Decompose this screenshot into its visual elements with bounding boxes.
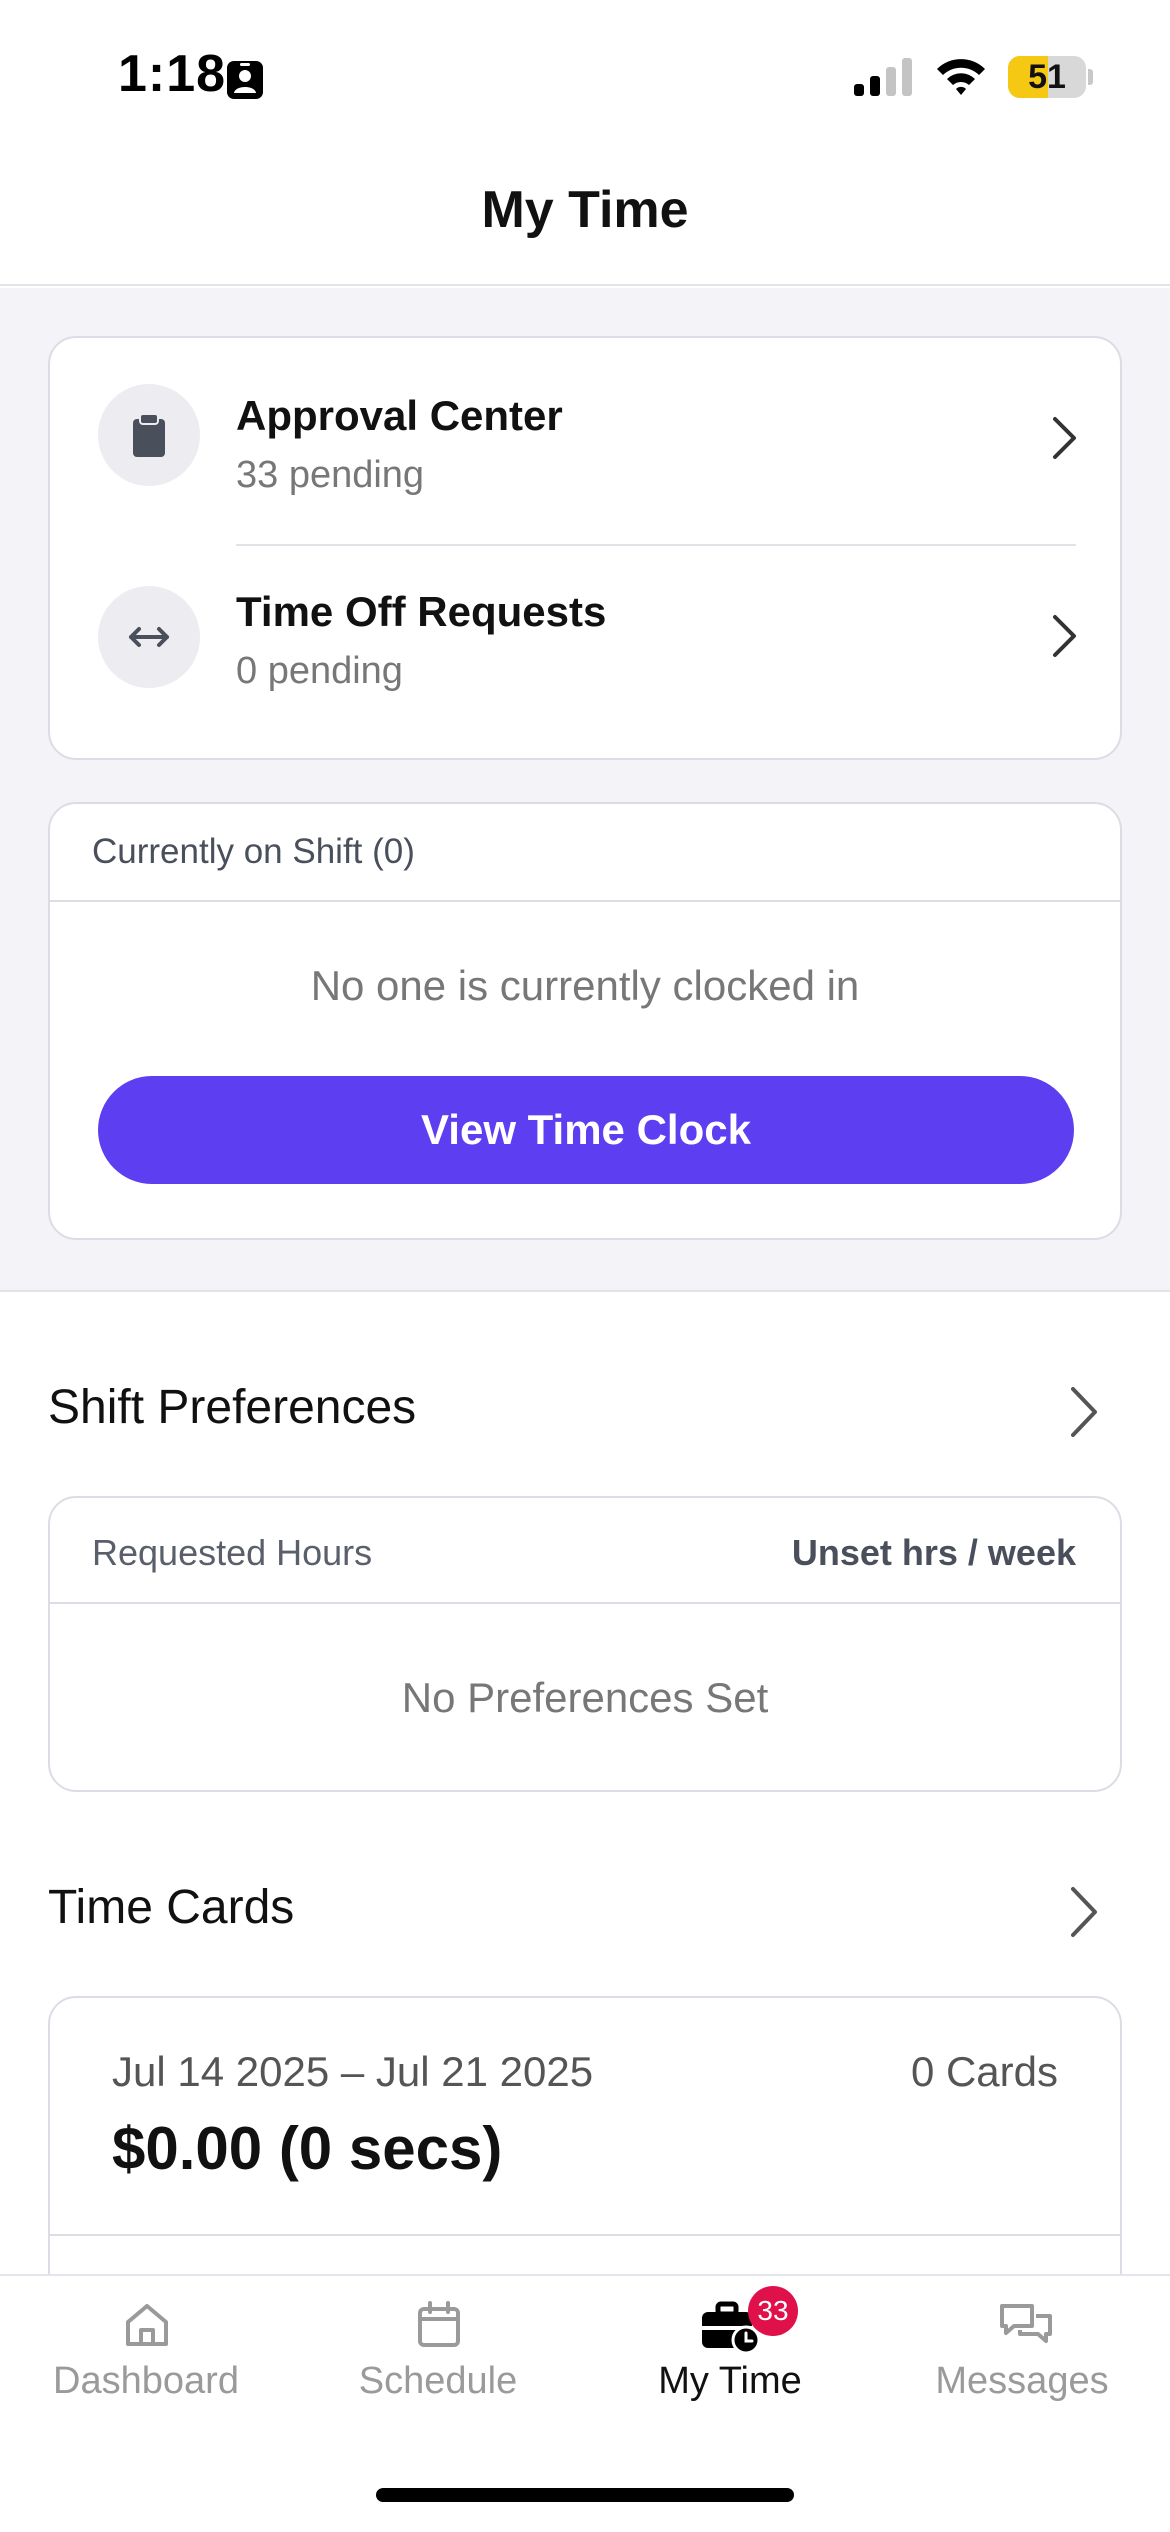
tab-dashboard[interactable]: Dashboard <box>0 2276 292 2416</box>
approval-center-row[interactable]: Approval Center 33 pending <box>50 338 1124 534</box>
time-cards-title[interactable]: Time Cards <box>48 1880 294 1935</box>
tab-schedule[interactable]: Schedule <box>292 2276 584 2416</box>
status-time: 1:18 <box>118 45 227 103</box>
tab-messages[interactable]: Messages <box>876 2276 1168 2416</box>
time-card-total: $0.00 (0 secs) <box>112 2115 503 2182</box>
battery-percent: 51 <box>1028 58 1066 96</box>
row-divider <box>236 544 1076 546</box>
notification-badge: 33 <box>748 2286 798 2336</box>
horizontal-arrows-icon <box>98 586 200 688</box>
chevron-right-icon <box>1053 417 1076 459</box>
house-icon <box>126 2304 168 2346</box>
home-indicator[interactable] <box>376 2488 794 2502</box>
tab-my-time-label: My Time <box>658 2360 802 2402</box>
shift-preferences-title[interactable]: Shift Preferences <box>48 1380 416 1435</box>
card-divider <box>50 2234 1120 2236</box>
chevron-right-icon[interactable] <box>1068 1384 1100 1440</box>
tab-my-time[interactable]: 33 My Time <box>584 2276 876 2416</box>
person-badge-icon <box>227 61 263 99</box>
summary-area: Approval Center 33 pending Time Off Requ… <box>0 288 1170 1292</box>
status-bar: 1:18 51 <box>0 0 1170 150</box>
clipboard-icon <box>98 384 200 486</box>
approvals-card: Approval Center 33 pending Time Off Requ… <box>48 336 1122 760</box>
currently-on-shift-card: Currently on Shift (0) No one is current… <box>48 802 1122 1240</box>
time-card-date-range: Jul 14 2025 – Jul 21 2025 <box>112 2048 594 2095</box>
currently-on-shift-header: Currently on Shift (0) <box>50 804 1120 902</box>
chat-bubbles-icon <box>1000 2304 1052 2343</box>
approval-center-title: Approval Center <box>236 392 563 439</box>
approval-center-subtitle: 33 pending <box>236 454 425 496</box>
time-card-count: 0 Cards <box>910 2048 1058 2095</box>
view-time-clock-button[interactable]: View Time Clock <box>98 1076 1074 1184</box>
chevron-right-icon[interactable] <box>1068 1884 1100 1940</box>
top-header: My Time <box>0 150 1170 286</box>
chevron-right-icon <box>1053 615 1076 657</box>
time-off-requests-subtitle: 0 pending <box>236 650 403 692</box>
no-one-clocked-in-text: No one is currently clocked in <box>310 962 860 1009</box>
battery-icon: 51 <box>1008 56 1093 98</box>
calendar-icon <box>418 2301 460 2347</box>
no-preferences-text: No Preferences Set <box>401 1674 769 1721</box>
shift-preferences-card: Requested Hours Unset hrs / week No Pref… <box>48 1496 1122 1792</box>
tab-schedule-label: Schedule <box>358 2360 518 2402</box>
requested-hours-label: Requested Hours <box>92 1532 373 1573</box>
requested-hours-value: Unset hrs / week <box>791 1532 1076 1573</box>
tab-dashboard-label: Dashboard <box>53 2360 239 2402</box>
requested-hours-row: Requested Hours Unset hrs / week <box>50 1498 1120 1604</box>
currently-on-shift-title: Currently on Shift (0) <box>92 832 415 871</box>
cellular-signal-icon <box>854 58 912 96</box>
page-title: My Time <box>481 181 689 239</box>
tab-messages-label: Messages <box>935 2360 1109 2402</box>
time-off-requests-title: Time Off Requests <box>236 588 607 635</box>
wifi-icon <box>937 59 985 95</box>
time-off-requests-row[interactable]: Time Off Requests 0 pending <box>50 548 1124 744</box>
my-time-screen: 1:18 51 My Time Approval Center 33 pendi… <box>0 0 1170 2532</box>
